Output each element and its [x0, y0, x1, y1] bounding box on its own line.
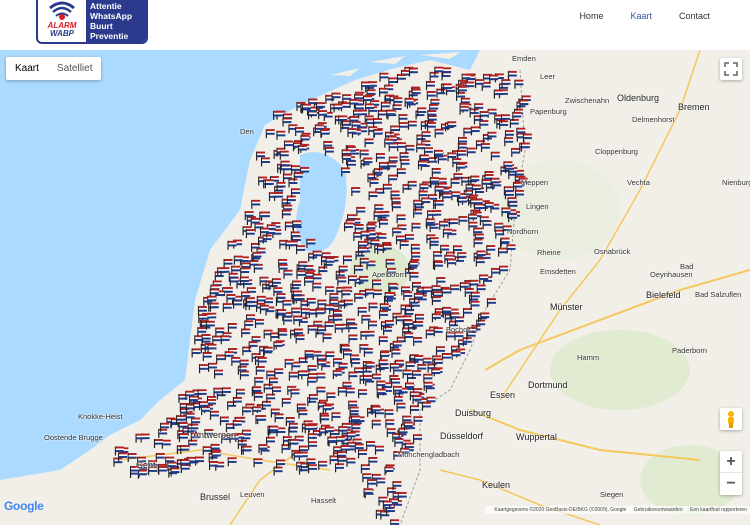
logo-wordmark: Attentie WhatsApp Buurt Preventie [86, 0, 146, 42]
fullscreen-button[interactable] [720, 58, 742, 80]
city-label: Brussel [200, 492, 231, 502]
city-label: Emden [512, 54, 536, 63]
logo-line: Buurt [90, 21, 113, 31]
logo-line: Attentie [90, 1, 122, 11]
main-nav: Home Kaart Contact [552, 11, 710, 21]
city-label: Paderborn [672, 346, 708, 355]
city-label: Meppen [521, 178, 549, 187]
city-label: Hasselt [311, 496, 337, 505]
city-label: Dortmund [528, 380, 568, 390]
alarm-marker[interactable] [390, 519, 400, 525]
city-label: Zwischenahn [565, 96, 610, 105]
city-label: Cloppenburg [595, 147, 638, 156]
city-label: Wuppertal [516, 432, 557, 442]
alarm-badge: ALARM WABP [38, 0, 86, 42]
city-label: Antwerpen [193, 430, 237, 440]
city-label: Mönchengladbach [398, 450, 460, 459]
terms-link[interactable]: Gebruiksvoorwaarden [634, 507, 683, 513]
city-label: Vechta [627, 178, 650, 187]
city-label: Duisburg [455, 408, 492, 418]
city-label: Osnabrück [594, 247, 631, 256]
pegman-icon [728, 411, 734, 428]
google-logo[interactable]: Google [4, 499, 44, 513]
attribution-data: Kaartgegevens ©2020 GeoBasis-DE/BKG (©20… [494, 507, 627, 513]
city-label: Oostende Brugge [44, 433, 103, 442]
report-error-link[interactable]: Een kaartfout rapporteren [690, 507, 747, 513]
map-type-satellite-button[interactable]: Satelliet [48, 57, 102, 80]
city-label: Bremen [678, 102, 710, 112]
city-label: Essen [490, 390, 516, 400]
city-label: Oldenburg [617, 93, 660, 103]
nav-home[interactable]: Home [552, 11, 603, 21]
city-label: Nordhorn [507, 227, 539, 236]
city-label: Bad Salzuflen [695, 290, 742, 299]
city-label: Keulen [482, 480, 511, 490]
logo-line: WhatsApp [90, 11, 133, 21]
city-label: Siegen [600, 490, 624, 499]
zoom-control: + − [720, 451, 742, 495]
map-canvas[interactable]: Kaart Satelliet + − Google Kaartgegevens… [0, 50, 750, 525]
city-label: Bocholt [446, 325, 472, 334]
logo-line: Preventie [90, 31, 129, 41]
city-label: Rheine [537, 248, 561, 257]
site-logo[interactable]: ALARM WABP Attentie WhatsApp Buurt Preve… [36, 0, 148, 44]
city-label: Knokke-Heist [78, 412, 123, 421]
fullscreen-icon [724, 62, 738, 76]
city-label: Nienburg [722, 178, 750, 187]
zoom-in-button[interactable]: + [720, 451, 742, 473]
nav-contact[interactable]: Contact [652, 11, 710, 21]
city-label: Papenburg [530, 107, 567, 116]
city-label: Münster [550, 302, 583, 312]
city-label: Den [240, 127, 254, 136]
map-type-kaart-button[interactable]: Kaart [6, 57, 48, 80]
city-label: Leuven [240, 490, 265, 499]
logo-badge-bottom: WABP [50, 29, 74, 38]
map-type-control: Kaart Satelliet [6, 57, 102, 80]
city-label: Leer [540, 72, 556, 81]
streetview-pegman-button[interactable] [720, 408, 742, 430]
site-header: ALARM WABP Attentie WhatsApp Buurt Preve… [0, 0, 750, 50]
nav-kaart[interactable]: Kaart [603, 11, 652, 21]
city-label: Düsseldorf [440, 431, 484, 441]
city-label: Delmenhorst [632, 115, 675, 124]
city-label: Emsdetten [540, 267, 576, 276]
zoom-out-button[interactable]: − [720, 473, 742, 495]
map-attribution: Kaartgegevens ©2020 GeoBasis-DE/BKG (©20… [485, 506, 750, 514]
city-label: Lingen [526, 202, 549, 211]
city-label: Hamm [577, 353, 600, 362]
city-label: Gent [136, 460, 156, 470]
city-label: Bielefeld [646, 290, 681, 300]
city-label: Oeynhausen [650, 270, 693, 279]
city-label: Apeldoorn [372, 270, 407, 279]
